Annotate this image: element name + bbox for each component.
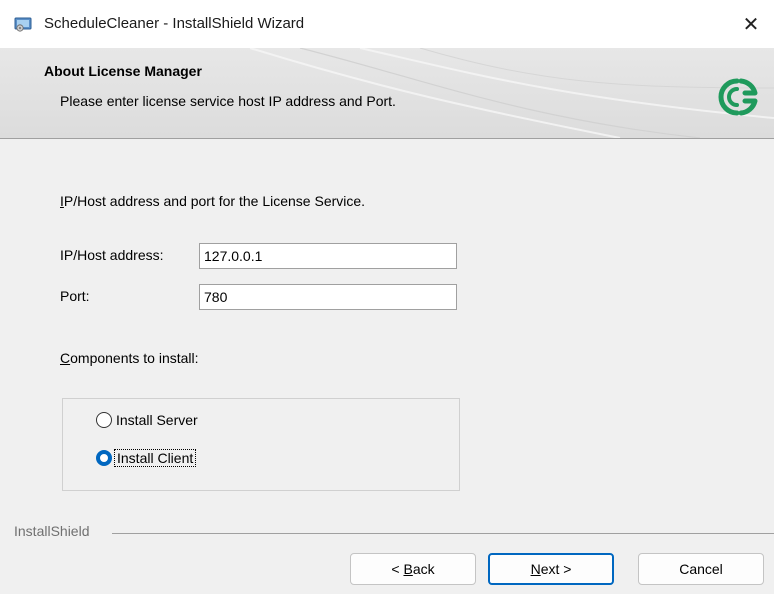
ip-host-input[interactable] — [199, 243, 457, 269]
components-label: Components to install: — [60, 350, 199, 366]
install-server-label: Install Server — [116, 412, 198, 428]
back-accel: B — [403, 561, 413, 577]
back-prefix: < — [391, 561, 404, 577]
back-button[interactable]: < Back — [350, 553, 476, 585]
header-banner: About License Manager Please enter licen… — [0, 48, 774, 138]
install-client-label: Install Client — [114, 449, 197, 467]
install-server-option[interactable]: Install Server — [96, 412, 198, 428]
banner-title: About License Manager — [44, 63, 202, 79]
close-button[interactable]: ✕ — [728, 0, 774, 48]
next-button[interactable]: Next > — [488, 553, 614, 585]
intro-text: IP/Host address and port for the License… — [60, 193, 365, 209]
banner-subtitle: Please enter license service host IP add… — [60, 93, 396, 109]
components-accel: C — [60, 350, 71, 366]
intro-rest: P/Host address and port for the License … — [63, 193, 366, 209]
close-icon: ✕ — [742, 13, 760, 36]
next-accel: N — [530, 561, 541, 577]
install-client-option[interactable]: Install Client — [96, 449, 197, 467]
next-rest: ext > — [540, 561, 572, 577]
footer-divider — [112, 533, 774, 534]
window-title: ScheduleCleaner - InstallShield Wizard — [44, 15, 305, 32]
install-server-radio[interactable] — [96, 412, 112, 428]
install-client-radio[interactable] — [96, 450, 112, 466]
installshield-brand: InstallShield — [14, 523, 90, 539]
cancel-button[interactable]: Cancel — [638, 553, 764, 585]
installer-app-icon — [14, 17, 32, 32]
port-input[interactable] — [199, 284, 457, 310]
ip-host-label: IP/Host address: — [60, 247, 164, 263]
green-circular-logo-icon — [718, 78, 758, 116]
components-rest: omponents to install: — [70, 350, 199, 366]
port-label: Port: — [60, 288, 90, 304]
title-bar: ScheduleCleaner - InstallShield Wizard ✕ — [0, 0, 774, 48]
installer-window: ScheduleCleaner - InstallShield Wizard ✕… — [0, 0, 774, 594]
banner-divider — [0, 138, 774, 139]
back-rest: ack — [412, 561, 435, 577]
